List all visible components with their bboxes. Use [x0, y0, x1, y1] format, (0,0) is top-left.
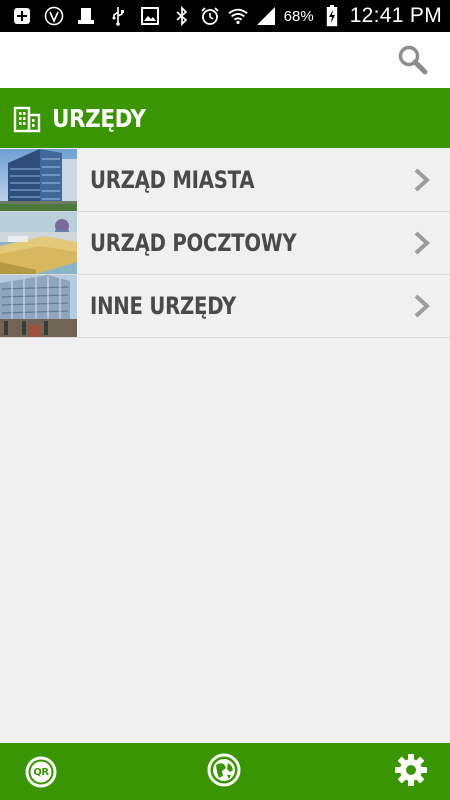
qr-icon: QR: [25, 756, 57, 788]
office-list: URZĄD MIASTA URZĄD POCZTOWY INNE URZĘDY: [0, 149, 450, 338]
other-offices-photo: [0, 275, 77, 337]
section-header: URZĘDY: [0, 88, 450, 148]
list-item-label: URZĄD MIASTA: [90, 166, 255, 194]
signal-icon: [256, 6, 276, 26]
vine-icon: [44, 6, 64, 26]
bluetooth-icon: [172, 6, 192, 26]
building-icon: [12, 103, 42, 133]
gear-icon: [394, 753, 428, 792]
image-icon: [140, 6, 160, 26]
post-office-photo: [0, 212, 77, 274]
globe-icon: [207, 753, 241, 792]
qr-button[interactable]: QR: [24, 755, 58, 789]
list-item-city-hall[interactable]: URZĄD MIASTA: [0, 149, 450, 212]
bottom-bar: QR: [0, 743, 450, 800]
battery-charging-icon: [322, 5, 342, 27]
list-item-post-office[interactable]: URZĄD POCZTOWY: [0, 212, 450, 275]
plus-box-icon: [12, 6, 32, 26]
qr-label: QR: [33, 766, 49, 778]
chevron-right-icon: [412, 167, 432, 193]
globe-button[interactable]: [207, 753, 241, 792]
action-bar: [0, 32, 450, 88]
city-hall-photo: [0, 149, 77, 211]
usb-icon: [108, 6, 128, 26]
settings-button[interactable]: [394, 753, 428, 792]
chevron-right-icon: [412, 293, 432, 319]
status-bar: 68% 12:41 PM: [0, 0, 450, 32]
list-item-other-offices[interactable]: INNE URZĘDY: [0, 275, 450, 338]
search-button[interactable]: [396, 45, 430, 79]
clipboard-icon: [76, 6, 96, 26]
list-item-label: INNE URZĘDY: [90, 292, 236, 320]
section-title: URZĘDY: [52, 103, 146, 133]
search-icon: [397, 44, 429, 81]
battery-percent: 68%: [283, 7, 314, 25]
wifi-icon: [228, 6, 248, 26]
chevron-right-icon: [412, 230, 432, 256]
list-item-label: URZĄD POCZTOWY: [90, 229, 297, 257]
alarm-icon: [200, 6, 220, 26]
clock: 12:41 PM: [349, 4, 442, 27]
